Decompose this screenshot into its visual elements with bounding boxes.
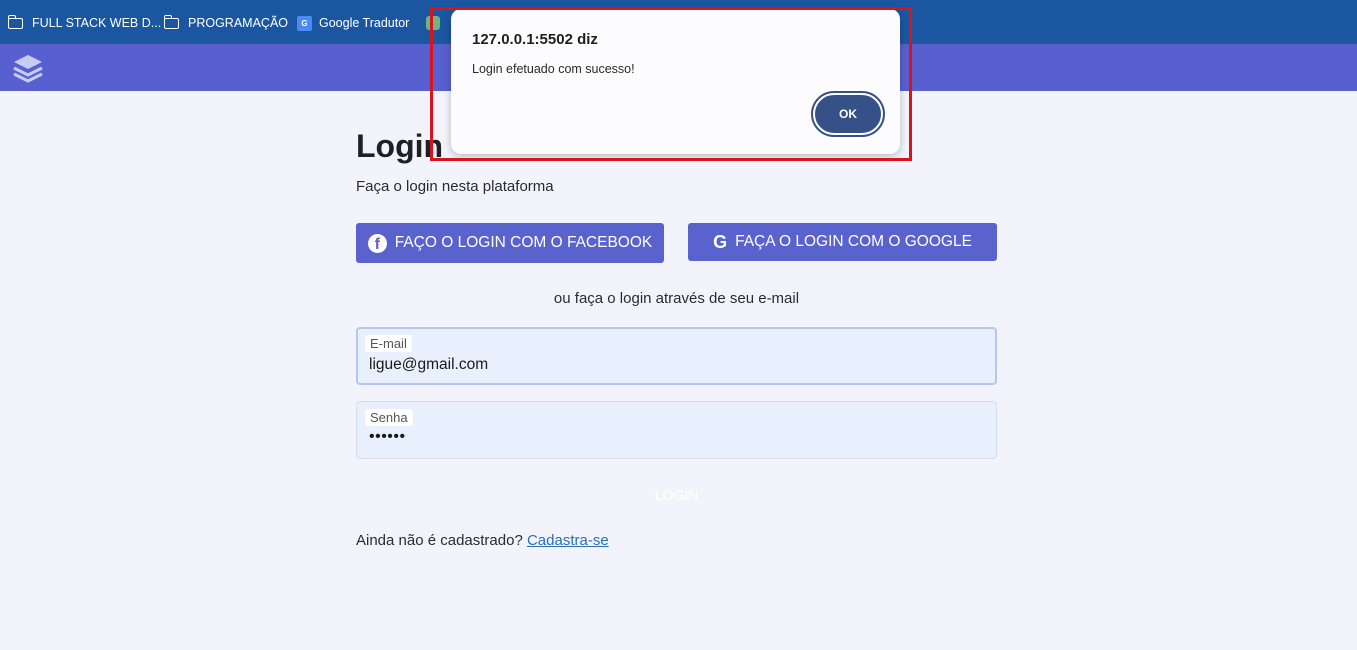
google-login-button[interactable]: G FAÇA O LOGIN COM O GOOGLE: [688, 223, 997, 261]
facebook-login-label: FAÇO O LOGIN COM O FACEBOOK: [394, 234, 653, 251]
layers-icon[interactable]: [12, 53, 44, 83]
register-prompt: Ainda não é cadastrado? Cadastra-se: [356, 532, 609, 549]
email-label: E-mail: [365, 335, 412, 352]
folder-icon: [163, 14, 179, 29]
email-value[interactable]: ligue@gmail.com: [369, 356, 488, 374]
bookmark-label: FULL STACK WEB D...: [32, 16, 162, 30]
google-translate-icon: G: [297, 15, 312, 31]
folder-icon: [7, 14, 23, 29]
password-value[interactable]: ••••••: [369, 428, 406, 446]
google-icon: G: [713, 231, 728, 252]
highlight-box: [430, 7, 912, 161]
bookmark-label: PROGRAMAÇÃO: [188, 16, 289, 30]
password-field[interactable]: Senha ••••••: [356, 401, 997, 459]
register-link[interactable]: Cadastra-se: [527, 532, 609, 549]
google-login-label: FAÇA O LOGIN COM O GOOGLE: [735, 233, 972, 250]
bookmark-full-stack[interactable]: FULL STACK WEB D...: [7, 14, 162, 32]
login-button[interactable]: LOGIN: [356, 480, 997, 510]
register-prompt-text: Ainda não é cadastrado?: [356, 532, 527, 549]
bookmark-programacao[interactable]: PROGRAMAÇÃO: [163, 14, 289, 32]
bookmark-google-tradutor[interactable]: G Google Tradutor: [297, 14, 409, 32]
bookmark-label: Google Tradutor: [319, 16, 410, 30]
password-label: Senha: [365, 409, 413, 426]
email-login-divider-text: ou faça o login através de seu e-mail: [553, 290, 800, 307]
facebook-login-button[interactable]: f FAÇO O LOGIN COM O FACEBOOK: [356, 223, 664, 263]
facebook-icon: f: [367, 233, 387, 253]
page-subtitle: Faça o login nesta plataforma: [356, 178, 554, 195]
email-field[interactable]: E-mail ligue@gmail.com: [356, 327, 997, 385]
